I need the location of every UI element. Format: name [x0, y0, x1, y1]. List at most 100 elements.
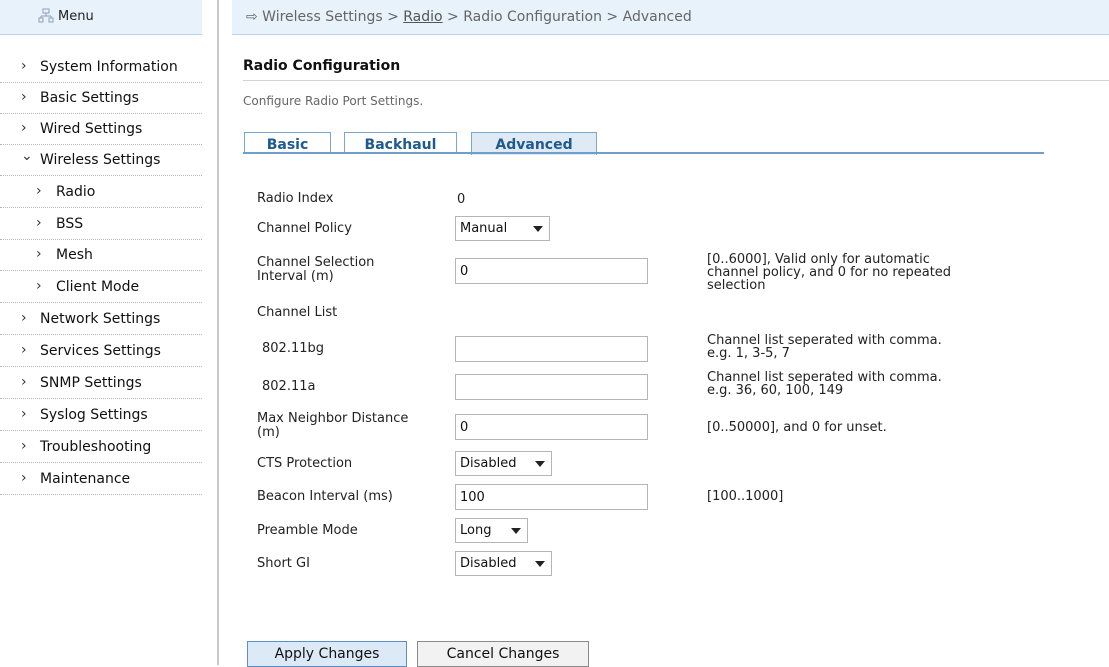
channel-policy-label: Channel Policy	[257, 221, 352, 236]
max-neighbor-hint: [0..50000], and 0 for unset.	[707, 420, 887, 435]
nav-label: Radio	[56, 184, 96, 200]
nav-label: Network Settings	[40, 311, 161, 327]
channel-list-bg-hint: Channel list seperated with comma. e.g. …	[707, 334, 1067, 360]
sidebar-divider	[217, 0, 219, 665]
nav-label: Wired Settings	[40, 121, 143, 137]
breadcrumb-prefix: ⇨ Wireless Settings >	[246, 9, 404, 25]
nav-label: System Information	[40, 59, 178, 75]
nav-syslog-settings[interactable]: › Syslog Settings	[0, 400, 202, 431]
breadcrumb-suffix: > Radio Configuration > Advanced	[442, 9, 692, 25]
beacon-interval-hint: [100..1000]	[707, 489, 784, 504]
tab-backhaul[interactable]: Backhaul	[344, 132, 457, 154]
tab-basic[interactable]: Basic	[244, 132, 331, 154]
chevron-right-icon: ›	[21, 58, 27, 74]
nav-label: Maintenance	[40, 471, 131, 487]
nav-label: Client Mode	[56, 279, 140, 295]
nav-services-settings[interactable]: › Services Settings	[0, 336, 202, 367]
hint-line: selection	[707, 278, 766, 293]
menu-title: Menu	[58, 9, 94, 24]
nav-mesh[interactable]: › Mesh	[0, 240, 202, 271]
chevron-down-icon	[535, 561, 545, 567]
preamble-mode-label: Preamble Mode	[257, 523, 358, 538]
breadcrumb-bar: ⇨ Wireless Settings > Radio > Radio Conf…	[232, 0, 1109, 35]
max-neighbor-distance-label: Max Neighbor Distance (m)	[257, 412, 408, 440]
nav-basic-settings[interactable]: › Basic Settings	[0, 83, 202, 114]
chevron-right-icon: ›	[36, 278, 42, 294]
channel-list-a-label: 802.11a	[262, 379, 316, 394]
nav-wired-settings[interactable]: › Wired Settings	[0, 114, 202, 145]
channel-policy-select[interactable]: Manual	[455, 216, 550, 241]
short-gi-label: Short GI	[257, 556, 310, 571]
channel-selection-interval-input[interactable]	[455, 258, 648, 284]
channel-selection-label: Channel Selection Interval (m)	[257, 256, 374, 284]
radio-index-value: 0	[457, 192, 466, 207]
nav-radio[interactable]: › Radio	[0, 177, 202, 208]
nav-maintenance[interactable]: › Maintenance	[0, 464, 202, 495]
channel-list-label: Channel List	[257, 305, 338, 320]
chevron-right-icon: ›	[21, 120, 27, 136]
channel-list-a-input[interactable]	[455, 374, 648, 400]
chevron-right-icon: ›	[36, 215, 42, 231]
nav-client-mode[interactable]: › Client Mode	[0, 272, 202, 303]
apply-changes-button[interactable]: Apply Changes	[247, 641, 407, 667]
chevron-down-icon: ⌄	[21, 148, 33, 164]
max-neighbor-distance-input[interactable]	[455, 414, 648, 440]
channel-list-bg-label: 802.11bg	[262, 341, 324, 356]
chevron-right-icon: ›	[21, 438, 27, 454]
chevron-right-icon: ›	[21, 342, 27, 358]
nav-bss[interactable]: › BSS	[0, 209, 202, 240]
short-gi-select[interactable]: Disabled	[455, 551, 552, 576]
page-title: Radio Configuration	[243, 58, 401, 74]
nav-label: Syslog Settings	[40, 407, 148, 423]
page-description: Configure Radio Port Settings.	[243, 94, 424, 108]
beacon-interval-label: Beacon Interval (ms)	[257, 489, 393, 504]
chevron-down-icon	[535, 461, 545, 467]
max-neighbor-label-line: Max Neighbor Distance	[257, 411, 409, 426]
channel-selection-hint: [0..6000], Valid only for automatic chan…	[707, 253, 1067, 292]
channel-selection-label-line: Channel Selection	[257, 255, 375, 270]
title-divider	[243, 80, 1109, 81]
cts-protection-select[interactable]: Disabled	[455, 451, 552, 476]
beacon-interval-input[interactable]	[455, 484, 648, 510]
nav-wireless-settings[interactable]: ⌄ Wireless Settings	[0, 145, 202, 176]
hint-line: e.g. 1, 3-5, 7	[707, 346, 790, 361]
nav-label: Wireless Settings	[40, 152, 161, 168]
breadcrumb: ⇨ Wireless Settings > Radio > Radio Conf…	[246, 9, 692, 25]
nav-label: Troubleshooting	[40, 439, 152, 455]
cts-protection-label: CTS Protection	[257, 456, 353, 471]
chevron-down-icon	[533, 226, 543, 232]
channel-policy-value: Manual	[460, 221, 508, 236]
short-gi-value: Disabled	[460, 556, 517, 571]
tab-divider	[243, 152, 1044, 154]
channel-list-bg-input[interactable]	[455, 336, 648, 362]
cts-protection-value: Disabled	[460, 456, 517, 471]
sidebar-menu: Menu › System Information › Basic Settin…	[0, 0, 202, 665]
menu-header: Menu	[0, 0, 202, 35]
nav-label: Basic Settings	[40, 90, 139, 106]
chevron-right-icon: ›	[21, 310, 27, 326]
preamble-mode-select[interactable]: Long	[455, 518, 528, 543]
chevron-down-icon	[511, 528, 521, 534]
nav-label: BSS	[56, 216, 84, 232]
nav-label: SNMP Settings	[40, 375, 142, 391]
nav-troubleshooting[interactable]: › Troubleshooting	[0, 432, 202, 463]
channel-list-a-hint: Channel list seperated with comma. e.g. …	[707, 371, 1067, 397]
nav-system-information[interactable]: › System Information	[0, 52, 202, 83]
chevron-right-icon: ›	[36, 246, 42, 262]
chevron-right-icon: ›	[36, 183, 42, 199]
cancel-changes-button[interactable]: Cancel Changes	[417, 641, 589, 667]
hint-line: e.g. 36, 60, 100, 149	[707, 383, 844, 398]
channel-selection-label-line: Interval (m)	[257, 269, 334, 284]
nav-label: Services Settings	[40, 343, 161, 359]
radio-index-label: Radio Index	[257, 191, 334, 206]
nav-label: Mesh	[56, 247, 93, 263]
max-neighbor-label-line: (m)	[257, 425, 280, 440]
chevron-right-icon: ›	[21, 406, 27, 422]
nav-network-settings[interactable]: › Network Settings	[0, 304, 202, 335]
chevron-right-icon: ›	[21, 374, 27, 390]
preamble-mode-value: Long	[460, 523, 492, 538]
nav-snmp-settings[interactable]: › SNMP Settings	[0, 368, 202, 399]
breadcrumb-link-radio[interactable]: Radio	[403, 9, 442, 25]
chevron-right-icon: ›	[21, 470, 27, 486]
chevron-right-icon: ›	[21, 89, 27, 105]
